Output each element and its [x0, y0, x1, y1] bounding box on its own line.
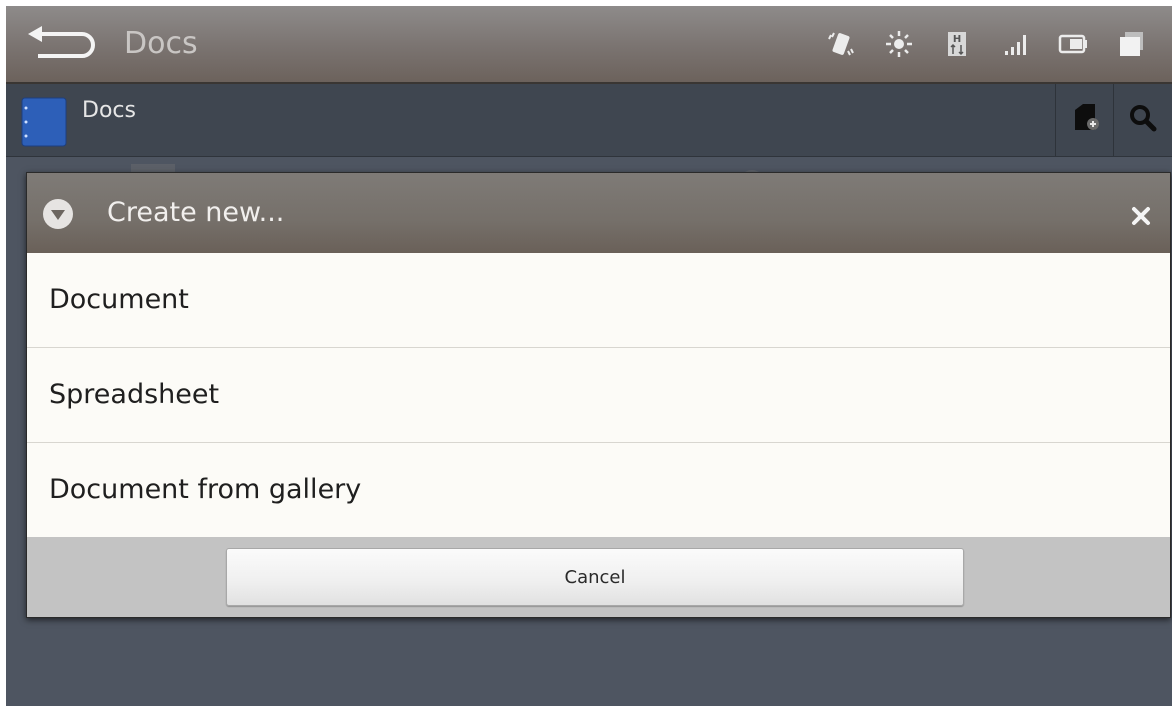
option-label: Document from gallery [49, 474, 362, 505]
battery-icon [1044, 24, 1102, 64]
status-icons: H [812, 24, 1160, 64]
screen: Docs H Docs Create new... Document Sprea… [6, 6, 1172, 706]
dropdown-circle-icon [41, 197, 75, 231]
vibrate-icon [812, 24, 870, 64]
close-icon[interactable] [1126, 201, 1156, 231]
dialog-footer: Cancel [27, 537, 1170, 617]
system-bar: Docs H [6, 6, 1172, 84]
action-bar: Docs [6, 84, 1172, 157]
option-document-from-gallery[interactable]: Document from gallery [27, 443, 1170, 537]
docs-logo-icon [20, 96, 68, 148]
svg-text:H: H [953, 34, 961, 45]
recent-apps-icon[interactable] [1102, 24, 1160, 64]
brightness-icon [870, 24, 928, 64]
back-arrow-icon[interactable] [24, 24, 100, 64]
signal-icon [986, 24, 1044, 64]
search-button[interactable] [1113, 84, 1172, 156]
action-bar-title: Docs [82, 98, 136, 123]
cancel-label: Cancel [564, 566, 626, 588]
new-document-icon [1069, 102, 1101, 138]
dialog-title: Create new... [107, 197, 285, 228]
option-label: Spreadsheet [49, 379, 220, 410]
create-new-dialog: Create new... Document Spreadsheet Docum… [26, 172, 1171, 618]
option-spreadsheet[interactable]: Spreadsheet [27, 348, 1170, 443]
cancel-button[interactable]: Cancel [226, 548, 964, 606]
option-label: Document [49, 284, 189, 315]
app-title: Docs [124, 26, 198, 61]
search-icon [1128, 103, 1158, 137]
data-transfer-icon: H [928, 24, 986, 64]
new-document-button[interactable] [1055, 84, 1114, 156]
dialog-header: Create new... [27, 173, 1170, 253]
option-document[interactable]: Document [27, 253, 1170, 348]
